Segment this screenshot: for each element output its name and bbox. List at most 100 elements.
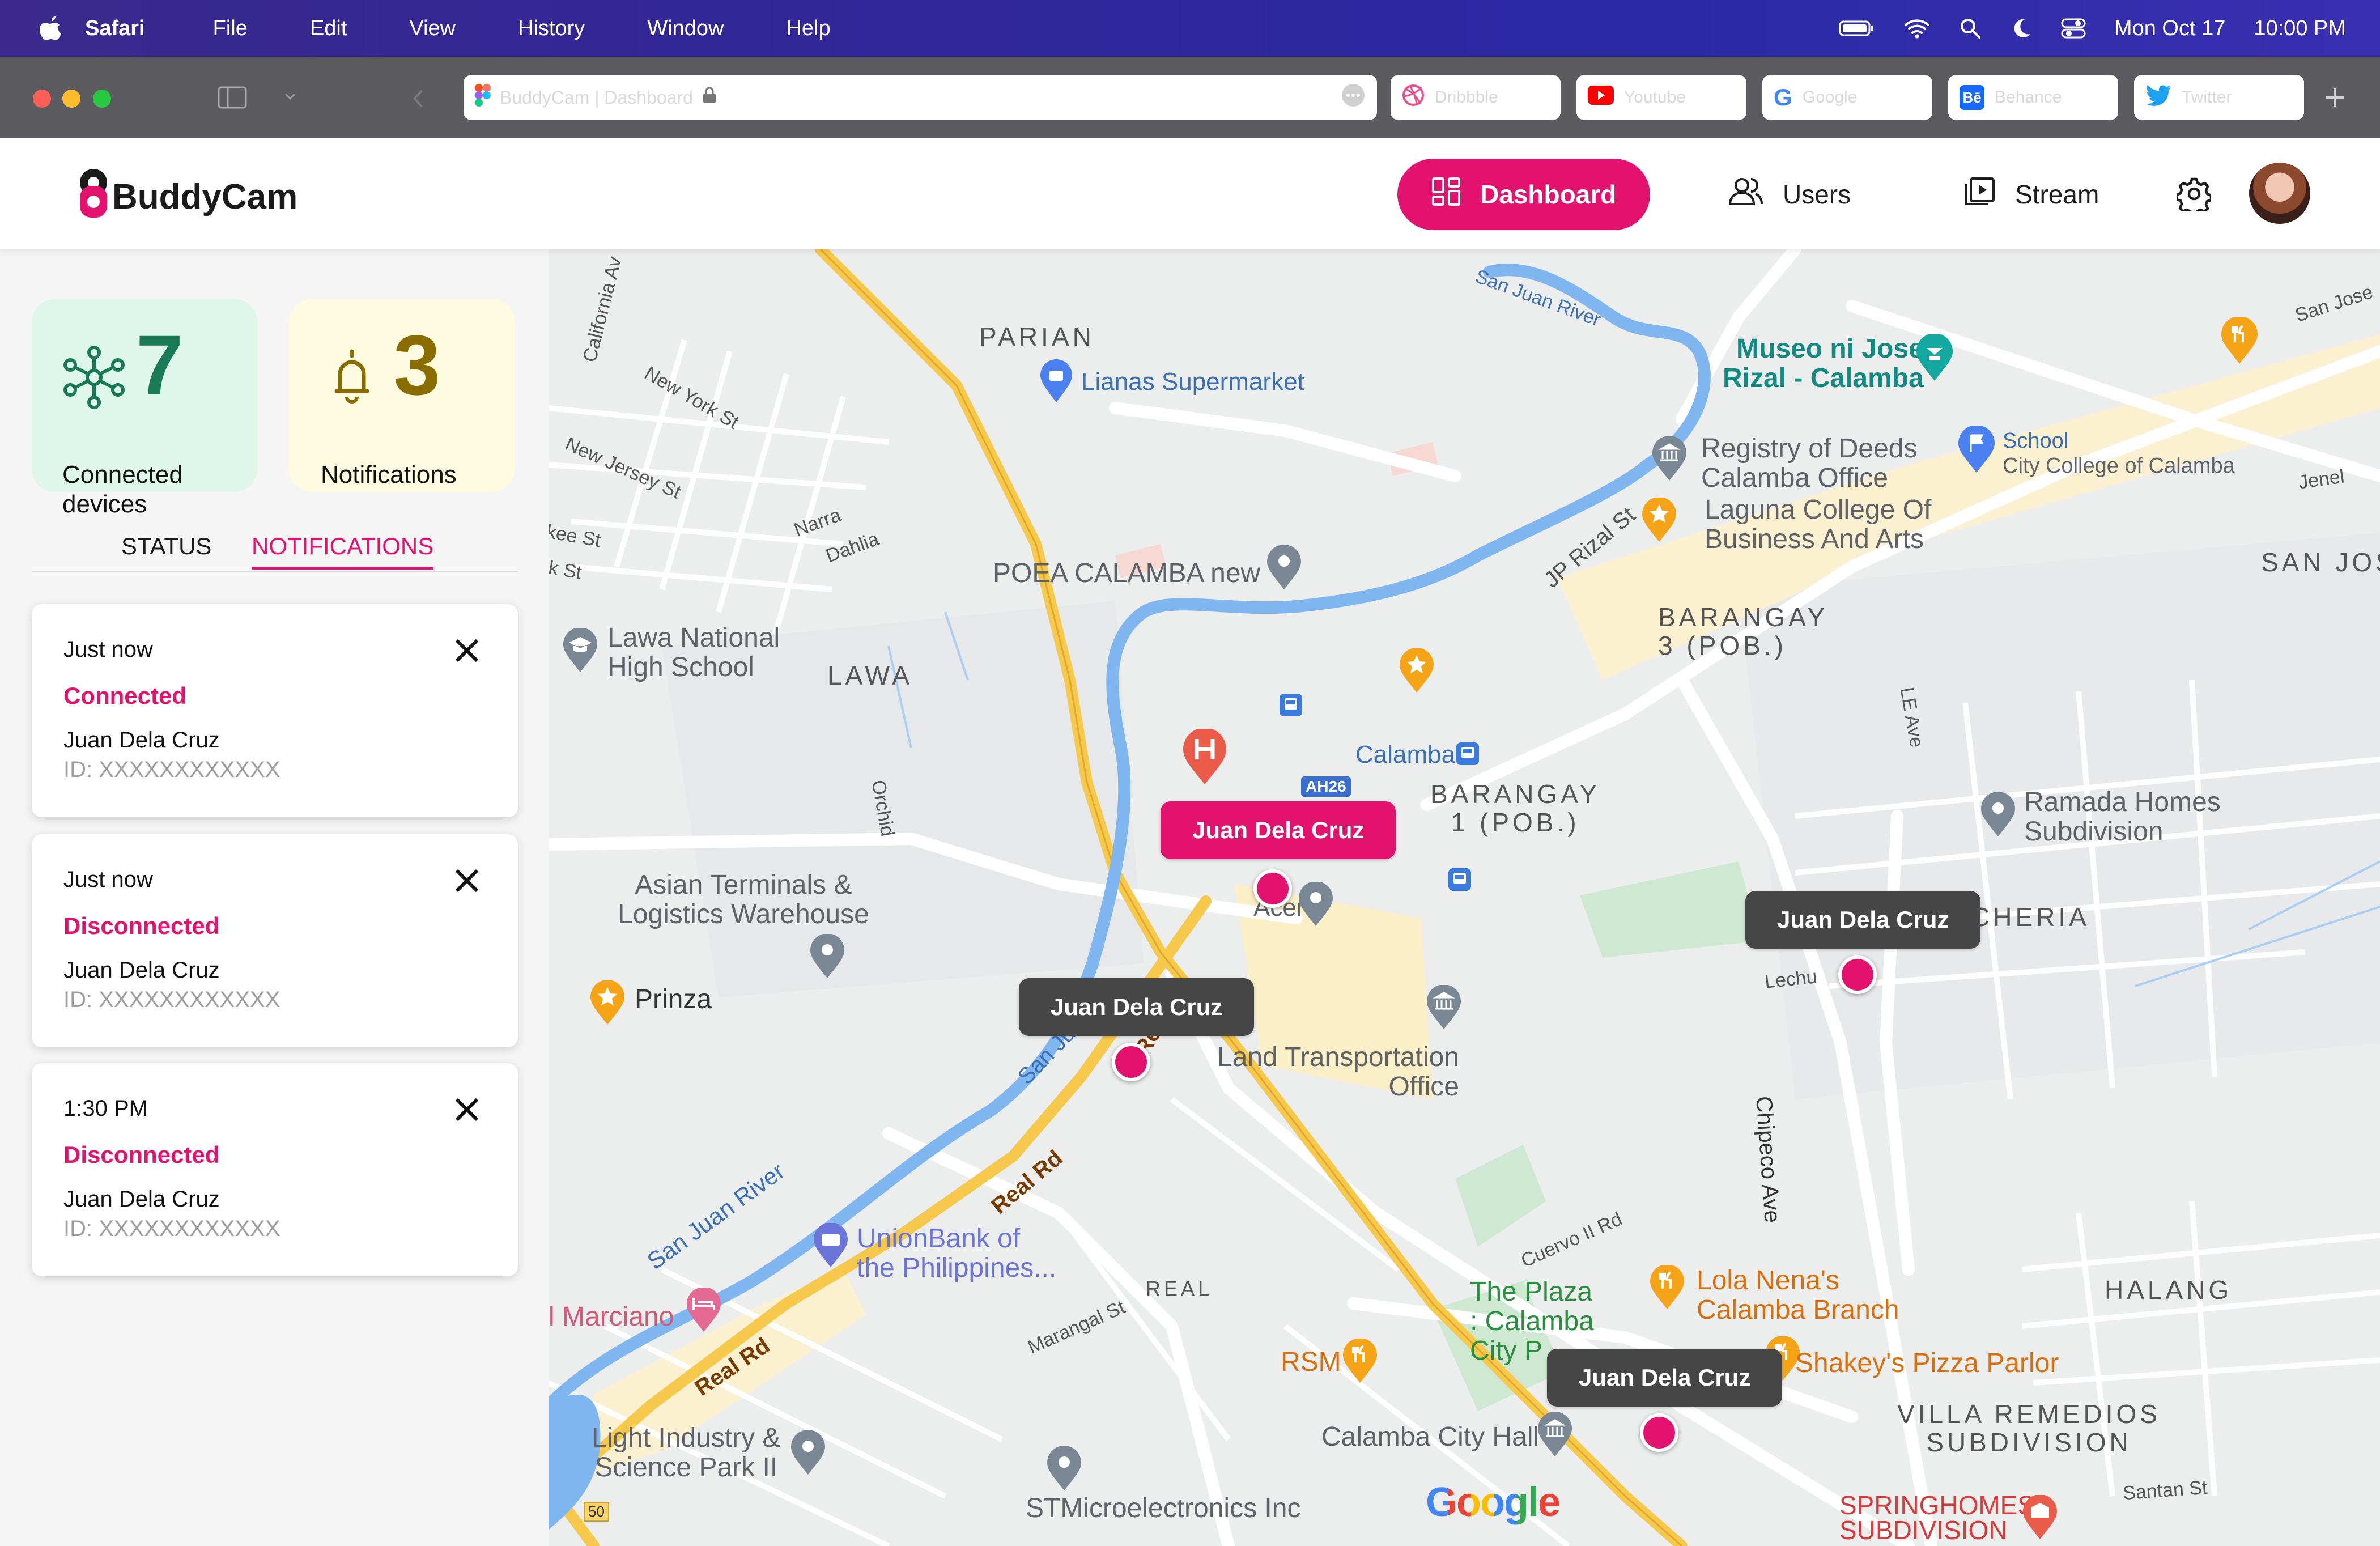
tab-label: Dribbble: [1435, 88, 1498, 107]
google-icon: G: [1774, 84, 1792, 111]
macos-menubar: Safari File Edit View History Window Hel…: [0, 0, 2380, 57]
hotel-pin-icon[interactable]: [686, 1287, 722, 1336]
map-label: Prinza: [635, 984, 712, 1014]
star-pin-icon[interactable]: [1641, 497, 1677, 546]
bank-pin-icon[interactable]: [813, 1222, 849, 1271]
close-icon[interactable]: [452, 636, 482, 665]
shopping-pin-icon[interactable]: [1039, 359, 1073, 406]
notification-time: 1:30 PM: [63, 1096, 148, 1121]
more-options-icon[interactable]: [1341, 83, 1366, 112]
notification-status: Disconnected: [63, 912, 220, 939]
connected-devices-card[interactable]: 7 Connected devices: [32, 299, 257, 518]
device-marker[interactable]: [1838, 955, 1877, 994]
sidebar-toggle-icon[interactable]: [218, 86, 247, 112]
star-pin-icon[interactable]: [589, 980, 626, 1029]
menu-history[interactable]: History: [518, 16, 585, 41]
search-icon[interactable]: [1959, 17, 1982, 40]
browser-toolbar: BuddyCam | Dashboard Dribbble Youtube G …: [0, 57, 2380, 138]
notification-card[interactable]: Just now Connected Juan Dela Cruz ID: XX…: [32, 604, 518, 817]
menu-edit[interactable]: Edit: [310, 16, 347, 41]
nav-stream-button[interactable]: Stream: [1964, 159, 2099, 230]
map-label: POEA CALAMBA new: [993, 558, 1261, 588]
menu-app-name[interactable]: Safari: [85, 16, 145, 41]
government-pin-icon[interactable]: [1537, 1412, 1573, 1460]
window-close-button[interactable]: [33, 90, 51, 108]
restaurant-pin-icon[interactable]: [1649, 1264, 1685, 1313]
tab-youtube[interactable]: Youtube: [1576, 75, 1746, 120]
chevron-down-icon[interactable]: [283, 91, 297, 105]
tab-dribbble[interactable]: Dribbble: [1391, 75, 1561, 120]
nav-stream-label: Stream: [2015, 180, 2100, 209]
government-pin-icon[interactable]: [1426, 984, 1462, 1033]
map-label: Shakey's Pizza Parlor: [1795, 1348, 2059, 1378]
users-icon: [1728, 177, 1763, 213]
menubar-date[interactable]: Mon Oct 17: [2114, 16, 2225, 41]
moon-icon[interactable]: [2010, 17, 2033, 40]
map-label: Museo ni Jose Rizal - Calamba: [1723, 334, 1924, 393]
device-marker-label[interactable]: Juan Dela Cruz: [1019, 978, 1255, 1036]
notification-card[interactable]: 1:30 PM Disconnected Juan Dela Cruz ID: …: [32, 1063, 518, 1276]
new-tab-plus-icon[interactable]: [2323, 86, 2346, 112]
window-minimize-button[interactable]: [62, 90, 80, 108]
restaurant-pin-icon[interactable]: [1342, 1338, 1378, 1387]
window-zoom-button[interactable]: [93, 90, 111, 108]
wifi-icon[interactable]: [1903, 18, 1931, 39]
hotel-pin-icon[interactable]: [2022, 1494, 2058, 1543]
hospital-pin-icon[interactable]: [1182, 728, 1227, 788]
figma-favicon-icon: [475, 84, 491, 111]
menu-view[interactable]: View: [409, 16, 456, 41]
device-marker-label[interactable]: Juan Dela Cruz: [1161, 801, 1396, 859]
map-label: PARIAN: [979, 322, 1095, 351]
school-pin-icon[interactable]: [1957, 425, 1996, 477]
device-marker[interactable]: [1640, 1413, 1678, 1452]
menu-help[interactable]: Help: [786, 16, 830, 41]
location-pin-icon[interactable]: [1980, 792, 2016, 840]
tab-twitter[interactable]: Twitter: [2134, 75, 2304, 120]
bus-stop-icon[interactable]: [1447, 867, 1472, 895]
close-icon[interactable]: [452, 866, 482, 895]
device-marker-label[interactable]: Juan Dela Cruz: [1547, 1349, 1783, 1407]
sidebar-tabs: STATUS NOTIFICATIONS: [32, 533, 518, 572]
map-label: Calamba City Hall: [1321, 1422, 1540, 1452]
tab-behance[interactable]: Bē Behance: [1948, 75, 2118, 120]
close-icon[interactable]: [452, 1095, 482, 1124]
settings-gear-icon[interactable]: [2175, 177, 2213, 217]
control-center-icon[interactable]: [2061, 17, 2086, 40]
government-pin-icon[interactable]: [1651, 436, 1688, 485]
location-pin-icon[interactable]: [790, 1430, 826, 1479]
location-pin-icon[interactable]: [809, 933, 845, 982]
location-pin-icon[interactable]: [1298, 881, 1334, 930]
star-pin-icon[interactable]: [1399, 648, 1435, 696]
map-label: Land Transportation Office: [1217, 1042, 1459, 1102]
street-label: k St: [549, 557, 584, 584]
battery-icon[interactable]: [1839, 19, 1875, 37]
museum-pin-icon[interactable]: [1915, 333, 1954, 385]
back-arrow-icon[interactable]: [411, 87, 425, 113]
location-pin-icon[interactable]: [1046, 1446, 1082, 1494]
notifications-card[interactable]: 3 Notifications: [289, 299, 515, 492]
nav-dashboard-label: Dashboard: [1480, 180, 1617, 209]
menu-window[interactable]: Window: [647, 16, 724, 41]
network-nodes-icon: [61, 345, 127, 413]
location-pin-icon[interactable]: [1266, 545, 1302, 593]
nav-users-button[interactable]: Users: [1728, 159, 1851, 230]
tab-google[interactable]: G Google: [1762, 75, 1932, 120]
bus-stop-icon[interactable]: [1278, 693, 1303, 720]
tab-status[interactable]: STATUS: [121, 533, 211, 567]
bus-stop-icon[interactable]: [1455, 741, 1480, 769]
menu-file[interactable]: File: [213, 16, 248, 41]
device-marker-label[interactable]: Juan Dela Cruz: [1745, 891, 1981, 949]
user-avatar[interactable]: [2247, 161, 2312, 226]
apple-menu-icon[interactable]: [34, 11, 68, 45]
education-pin-icon[interactable]: [562, 627, 598, 676]
restaurant-pin-icon[interactable]: [2220, 316, 2259, 368]
device-marker[interactable]: [1112, 1043, 1150, 1081]
device-marker[interactable]: [1253, 869, 1292, 908]
address-bar[interactable]: BuddyCam | Dashboard: [464, 75, 1377, 120]
map-view[interactable]: PARIAN Lianas Supermarket Museo ni Jose …: [549, 249, 2380, 1546]
notification-card[interactable]: Just now Disconnected Juan Dela Cruz ID:…: [32, 834, 518, 1047]
nav-dashboard-button[interactable]: Dashboard: [1397, 159, 1651, 230]
menubar-time[interactable]: 10:00 PM: [2254, 16, 2346, 41]
tab-notifications[interactable]: NOTIFICATIONS: [252, 533, 434, 570]
brand-logo[interactable]: BuddyCam: [78, 165, 298, 228]
